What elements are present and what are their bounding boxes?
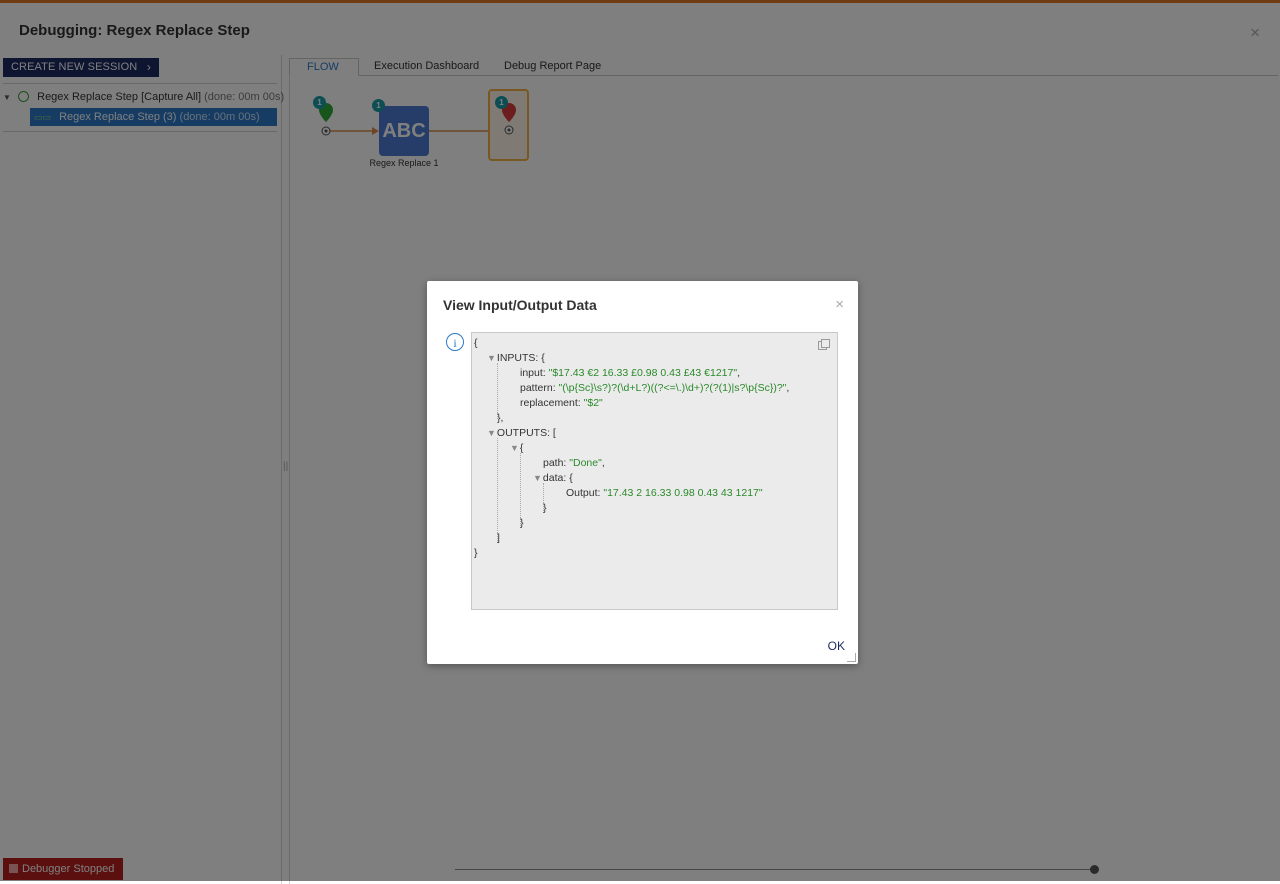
- json-key: replacement:: [520, 397, 584, 409]
- json-line: Output: "17.43 2 16.33 0.98 0.43 43 1217…: [566, 486, 763, 500]
- json-line: }: [520, 516, 524, 530]
- json-punct: ,: [737, 367, 740, 379]
- dialog-close-icon[interactable]: ×: [835, 297, 844, 312]
- json-punct: }: [474, 547, 478, 559]
- json-punct: ,: [601, 457, 605, 469]
- indent-guide: [497, 438, 498, 543]
- json-line: {: [474, 336, 478, 350]
- json-key: pattern:: [520, 382, 559, 394]
- collapse-triangle-icon[interactable]: ▼: [487, 353, 496, 363]
- json-key: input:: [520, 367, 549, 379]
- json-punct: }: [520, 517, 524, 529]
- json-string: "$17.43 €2 16.33 £0.98 0.43 £43 €1217": [548, 367, 738, 379]
- json-line: ▼OUTPUTS: [: [487, 426, 556, 440]
- json-line: ▼{: [510, 441, 523, 455]
- json-key: INPUTS: {: [496, 352, 545, 364]
- json-punct: ,: [786, 382, 790, 394]
- resize-grip-icon[interactable]: [847, 653, 856, 662]
- ok-button[interactable]: OK: [828, 639, 845, 653]
- json-punct: {: [474, 337, 478, 349]
- json-line: input: "$17.43 €2 16.33 £0.98 0.43 £43 €…: [520, 366, 740, 380]
- json-line: },: [497, 411, 503, 425]
- json-string: "(\p{Sc}\s?)?(\d+L?)((?<=\.)\d+)?(?(1)|s…: [558, 382, 787, 394]
- json-punct: },: [497, 412, 504, 424]
- json-string: "Done": [569, 457, 602, 469]
- json-key: OUTPUTS: [: [496, 427, 556, 439]
- collapse-triangle-icon[interactable]: ▼: [533, 473, 542, 483]
- json-string: "17.43 2 16.33 0.98 0.43 43 1217": [603, 487, 763, 499]
- json-line: ]: [497, 531, 500, 545]
- json-punct: {: [519, 442, 524, 454]
- info-icon: i: [446, 333, 464, 351]
- json-key: data: {: [542, 472, 573, 484]
- json-key: path:: [543, 457, 570, 469]
- collapse-triangle-icon[interactable]: ▼: [487, 428, 496, 438]
- collapse-triangle-icon[interactable]: ▼: [510, 443, 519, 453]
- json-line: replacement: "$2": [520, 396, 603, 410]
- dialog-title: View Input/Output Data: [443, 297, 597, 313]
- json-punct: }: [543, 502, 547, 514]
- json-key: Output:: [566, 487, 604, 499]
- json-line: }: [543, 501, 547, 515]
- io-data-dialog: View Input/Output Data × i { ▼INPUTS: { …: [427, 281, 858, 664]
- json-line: ▼data: {: [533, 471, 573, 485]
- json-line: }: [474, 546, 478, 560]
- json-viewer: { ▼INPUTS: { input: "$17.43 €2 16.33 £0.…: [471, 332, 838, 610]
- json-line: ▼INPUTS: {: [487, 351, 545, 365]
- copy-icon[interactable]: [818, 339, 830, 350]
- json-punct: ]: [497, 532, 500, 544]
- json-line: pattern: "(\p{Sc}\s?)?(\d+L?)((?<=\.)\d+…: [520, 381, 789, 395]
- json-string: "$2": [583, 397, 603, 409]
- json-line: path: "Done",: [543, 456, 605, 470]
